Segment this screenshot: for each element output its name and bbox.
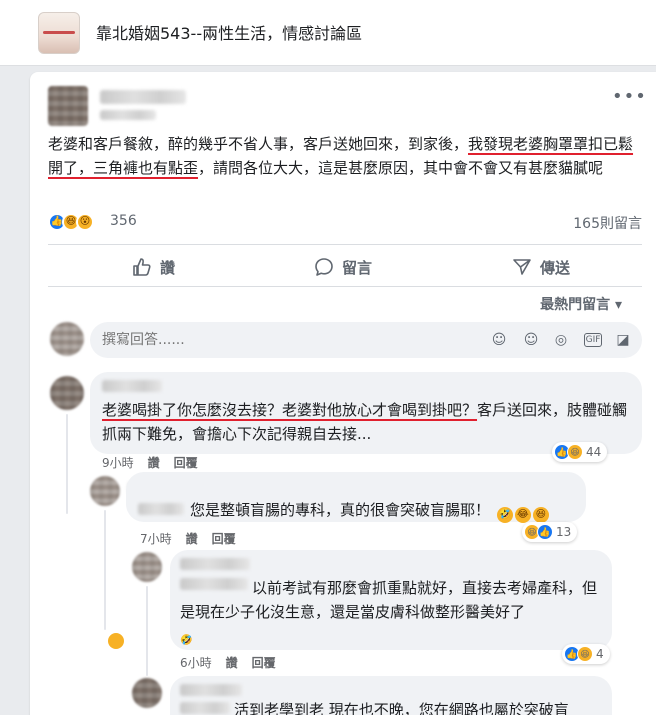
viewer-avatar[interactable] bbox=[50, 322, 84, 356]
reply-text: 活到老學到老 現在也不晚，您在網路也屬於突破盲 bbox=[234, 698, 610, 715]
reaction-count: 13 bbox=[556, 525, 572, 539]
reply-time: 6小時 bbox=[180, 656, 212, 670]
share-button[interactable]: 傳送 bbox=[512, 250, 570, 284]
haha-reaction-icon: 😆 bbox=[577, 646, 593, 662]
group-avatar[interactable] bbox=[38, 12, 80, 54]
reply-text: 以前考試有那麼會抓重點就好，直接去考婦產科，但是現在少子化沒生意，還是當皮膚科做… bbox=[108, 576, 604, 649]
reply-text: 您是整頓盲腸的專科，真的很會突破盲腸耶！ 🤣 😂 😆 bbox=[190, 498, 580, 523]
commenter-name[interactable] bbox=[102, 380, 162, 392]
comment-like-button[interactable]: 讚 bbox=[148, 456, 160, 470]
more-options-button[interactable]: ••• bbox=[612, 88, 646, 106]
comment-composer[interactable]: ☺ ☺ ◎ GIF ◪ bbox=[90, 322, 642, 358]
group-header: 靠北婚姻543--兩性生活，情感討論區 bbox=[0, 0, 656, 66]
thread-line bbox=[66, 414, 68, 514]
replier-avatar[interactable] bbox=[132, 678, 162, 708]
divider bbox=[48, 244, 642, 245]
emoji-icon[interactable]: ☺ bbox=[522, 331, 540, 349]
author-name[interactable] bbox=[100, 90, 186, 104]
reply-reactions[interactable]: 👍 😆 4 bbox=[562, 644, 610, 664]
comment-meta: 9小時讚回覆 bbox=[102, 454, 212, 471]
rolling-laugh-emoji: 🤣 bbox=[108, 633, 192, 649]
like-reaction-icon: 👍 bbox=[537, 524, 553, 540]
post-text-part2: ，請問各位大大，這是甚麼原因，其中會不會又有甚麼貓膩呢 bbox=[198, 159, 604, 177]
commenter-avatar[interactable] bbox=[50, 376, 84, 410]
share-label: 傳送 bbox=[540, 258, 571, 277]
wow-reaction-icon: 😮 bbox=[76, 213, 94, 231]
reply-reactions[interactable]: 😆 👍 13 bbox=[522, 522, 578, 542]
replier-name[interactable] bbox=[180, 684, 242, 696]
thread-line bbox=[104, 510, 106, 630]
thumbs-up-icon bbox=[133, 258, 151, 276]
post-body: 老婆和客戶餐敘，醉的幾乎不省人事，客戶送她回來，到家後，我發現老婆胸罩罩扣已鬆開… bbox=[48, 132, 648, 180]
reaction-count[interactable]: 356 bbox=[110, 213, 137, 229]
send-icon bbox=[513, 259, 531, 275]
reply-meta: 6小時讚回覆 bbox=[180, 654, 290, 671]
reaction-count: 4 bbox=[596, 647, 604, 661]
sticker-icon[interactable]: ◪ bbox=[614, 331, 632, 349]
comment-text: 老婆喝掛了你怎麼沒去接？老婆對他放心才會喝到掛吧？客戶送回來，肢體碰觸抓兩下難免… bbox=[102, 398, 632, 446]
reply-mention[interactable] bbox=[138, 503, 184, 515]
reply-reply-button[interactable]: 回覆 bbox=[212, 532, 236, 546]
comment-count[interactable]: 165則留言 bbox=[573, 213, 642, 233]
like-label: 讚 bbox=[160, 258, 176, 277]
reaction-summary[interactable]: 👍 😆 😮 356 165則留言 bbox=[48, 210, 642, 234]
reply-like-button[interactable]: 讚 bbox=[226, 656, 238, 670]
thread-line bbox=[146, 586, 148, 676]
replier-avatar[interactable] bbox=[90, 476, 120, 506]
like-button[interactable]: 讚 bbox=[132, 250, 175, 284]
comment-reactions[interactable]: 👍 😆 44 bbox=[552, 442, 608, 462]
reply-text-body: 您是整頓盲腸的專科，真的很會突破盲腸耶！ bbox=[190, 501, 491, 519]
avatar-sticker-icon[interactable]: ☺ bbox=[490, 331, 508, 349]
comment-text-highlight: 老婆喝掛了你怎麼沒去接？老婆對他放心才會喝到掛吧？ bbox=[102, 401, 478, 419]
gif-icon[interactable]: GIF bbox=[584, 333, 602, 347]
reply-mention[interactable] bbox=[180, 702, 230, 714]
group-title[interactable]: 靠北婚姻543--兩性生活，情感討論區 bbox=[96, 20, 362, 44]
comment-sort-dropdown[interactable]: 最熱門留言 ▾ bbox=[540, 294, 622, 314]
reply-text-body: 以前考試有那麼會抓重點就好，直接去考婦產科，但是現在少子化沒生意，還是當皮膚科做… bbox=[180, 579, 598, 621]
camera-icon[interactable]: ◎ bbox=[552, 331, 570, 349]
haha-reaction-icon: 😆 bbox=[567, 444, 583, 460]
author-avatar[interactable] bbox=[48, 86, 88, 126]
chevron-down-icon: ▾ bbox=[614, 297, 622, 313]
comment-input[interactable] bbox=[102, 330, 462, 350]
comment-reply-button[interactable]: 回覆 bbox=[174, 456, 198, 470]
post-timestamp bbox=[100, 110, 156, 120]
divider bbox=[48, 286, 642, 287]
post-card: ••• 老婆和客戶餐敘，醉的幾乎不省人事，客戶送她回來，到家後，我發現老婆胸罩罩… bbox=[30, 72, 656, 715]
sort-label: 最熱門留言 bbox=[540, 297, 611, 313]
rolling-laugh-emoji: 🤣 bbox=[496, 507, 513, 523]
reply-reply-button[interactable]: 回覆 bbox=[252, 656, 276, 670]
comment-button[interactable]: 留言 bbox=[314, 250, 372, 284]
comment-icon bbox=[315, 258, 333, 276]
smile-emoji: 😆 bbox=[532, 507, 549, 523]
reply-like-button[interactable]: 讚 bbox=[186, 532, 198, 546]
reply-text-body: 活到老學到老 現在也不晚，您在網路也屬於突破盲 bbox=[234, 701, 569, 715]
post-actions: 讚 留言 傳送 bbox=[48, 250, 642, 284]
reaction-count: 44 bbox=[586, 445, 602, 459]
comment-time: 9小時 bbox=[102, 456, 134, 470]
comment-label: 留言 bbox=[342, 258, 373, 277]
reply-time: 7小時 bbox=[140, 532, 172, 546]
post-text-part1: 老婆和客戶餐敘，醉的幾乎不省人事，客戶送她回來，到家後， bbox=[48, 135, 469, 153]
haha-emoji: 😂 bbox=[514, 507, 531, 523]
reply-meta: 7小時讚回覆 bbox=[140, 530, 250, 547]
replier-avatar[interactable] bbox=[132, 552, 162, 582]
replier-name[interactable] bbox=[180, 558, 250, 570]
